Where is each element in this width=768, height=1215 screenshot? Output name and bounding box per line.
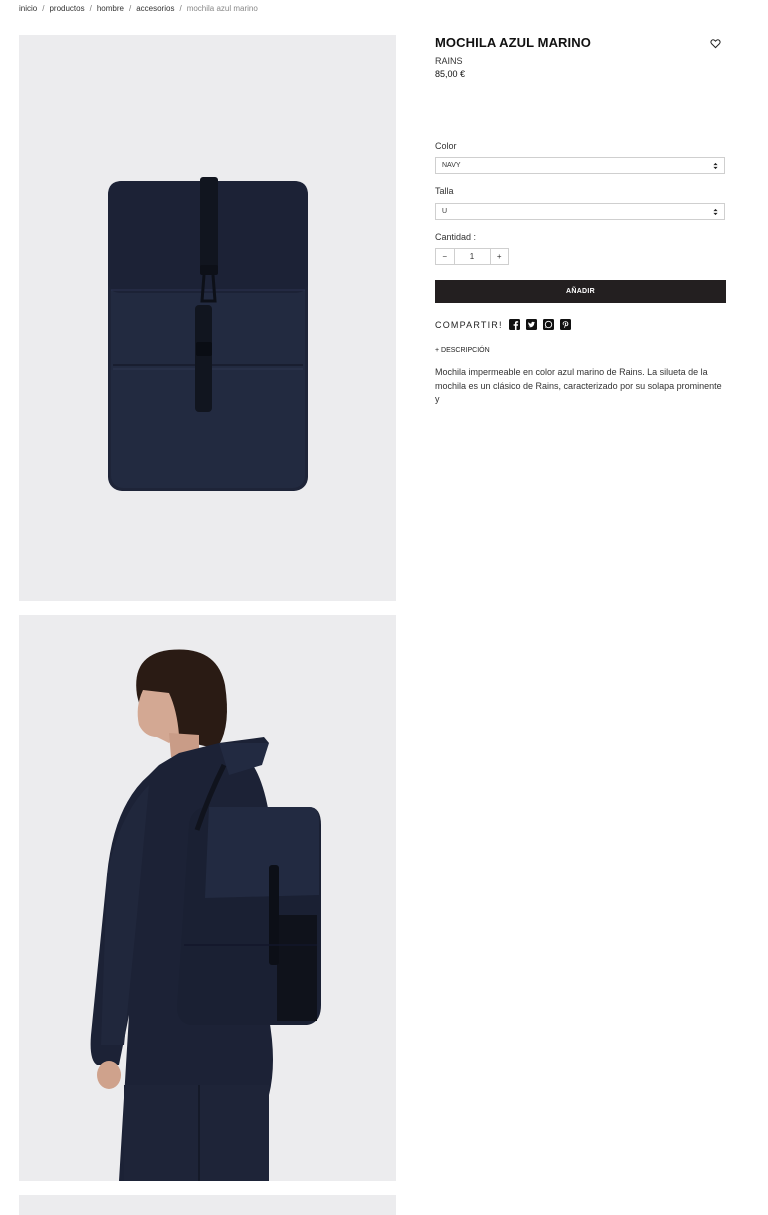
color-select-value: NAVY [442,162,461,169]
product-image-main[interactable] [19,35,396,601]
breadcrumb-separator: / [42,4,45,13]
breadcrumb-separator: / [179,4,182,13]
breadcrumb-productos[interactable]: productos [49,4,84,13]
product-image-third[interactable] [19,1195,396,1215]
product-price: 85,00 € [435,69,466,79]
product-info: MOCHILA AZUL MARINO RAINS 85,00 € Color … [435,35,726,404]
breadcrumb-hombre[interactable]: hombre [97,4,124,13]
size-select-value: U [442,208,448,215]
increment-button[interactable]: + [491,249,509,264]
heart-icon[interactable] [710,38,721,49]
breadcrumb-separator: / [128,4,132,13]
facebook-icon[interactable] [508,319,520,330]
size-select[interactable]: U [435,203,725,220]
quantity-stepper: − 1 + [435,248,509,265]
description-text: Mochila impermeable en color azul marino… [435,367,722,404]
select-arrows-icon [713,162,718,170]
breadcrumb-inicio[interactable]: inicio [19,4,37,13]
twitter-icon[interactable] [525,319,537,330]
breadcrumb-accesorios[interactable]: accesorios [136,4,174,13]
share-bar: COMPARTIR! [435,319,577,330]
size-label: Talla [435,186,454,196]
quantity-label: Cantidad : [435,232,477,242]
breadcrumb-separator: / [89,4,92,13]
share-label: COMPARTIR! [435,319,503,330]
whatsapp-icon[interactable] [542,319,554,330]
decrement-button[interactable]: − [436,249,454,264]
description-toggle[interactable]: + DESCRIPCIÓN [435,347,490,354]
product-title: MOCHILA AZUL MARINO [435,35,591,50]
pinterest-icon[interactable] [559,319,571,330]
color-label: Color [435,141,457,151]
model-wearing-backpack-image [90,649,321,1181]
breadcrumb-current: mochila azul marino [186,4,258,13]
product-image-model[interactable] [19,615,396,1181]
color-select[interactable]: NAVY [435,157,725,174]
breadcrumb: inicio / productos / hombre / accesorios / mochi… [19,4,258,13]
quantity-input[interactable]: 1 [453,249,491,264]
add-to-cart-button[interactable]: AÑADIR [435,280,726,303]
backpack-image [108,177,308,491]
product-brand[interactable]: RAINS [435,56,726,66]
select-arrows-icon [713,208,718,216]
